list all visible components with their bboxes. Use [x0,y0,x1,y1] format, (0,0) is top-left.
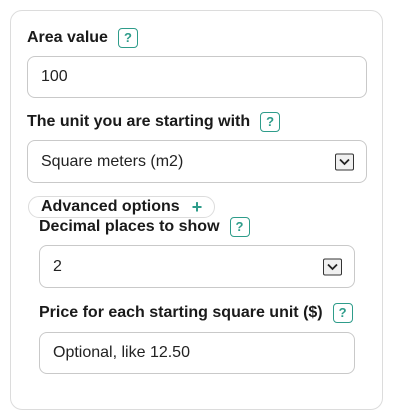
decimals-select-value: 2 [53,257,62,275]
plus-icon: + [191,196,203,217]
price-label: Price for each starting square unit ($) … [39,303,353,323]
advanced-options-label: Advanced options [41,198,180,215]
area-value-label-text: Area value [27,29,108,46]
unit-help-icon[interactable]: ? [260,112,281,132]
price-label-text: Price for each starting square unit ($) [39,304,323,321]
decimals-label: Decimal places to show ? [39,217,250,237]
advanced-options-toggle[interactable]: Advanced options + [28,196,216,218]
unit-select-value: Square meters (m2) [41,152,184,170]
price-input[interactable] [53,344,354,362]
area-value-label: Area value ? [27,28,138,48]
unit-label: The unit you are starting with ? [27,112,281,132]
chevron-down-icon[interactable] [323,258,342,275]
decimals-help-icon[interactable]: ? [229,217,250,237]
price-help-icon[interactable]: ? [332,303,353,323]
area-help-icon[interactable]: ? [117,28,138,48]
decimals-label-text: Decimal places to show [39,218,220,235]
unit-select[interactable]: Square meters (m2) [27,140,367,183]
price-field[interactable] [39,332,355,374]
area-value-input[interactable] [41,68,366,86]
chevron-down-icon[interactable] [335,153,354,170]
unit-label-text: The unit you are starting with [27,113,251,130]
decimals-select[interactable]: 2 [39,245,355,288]
area-value-field[interactable] [27,56,367,98]
